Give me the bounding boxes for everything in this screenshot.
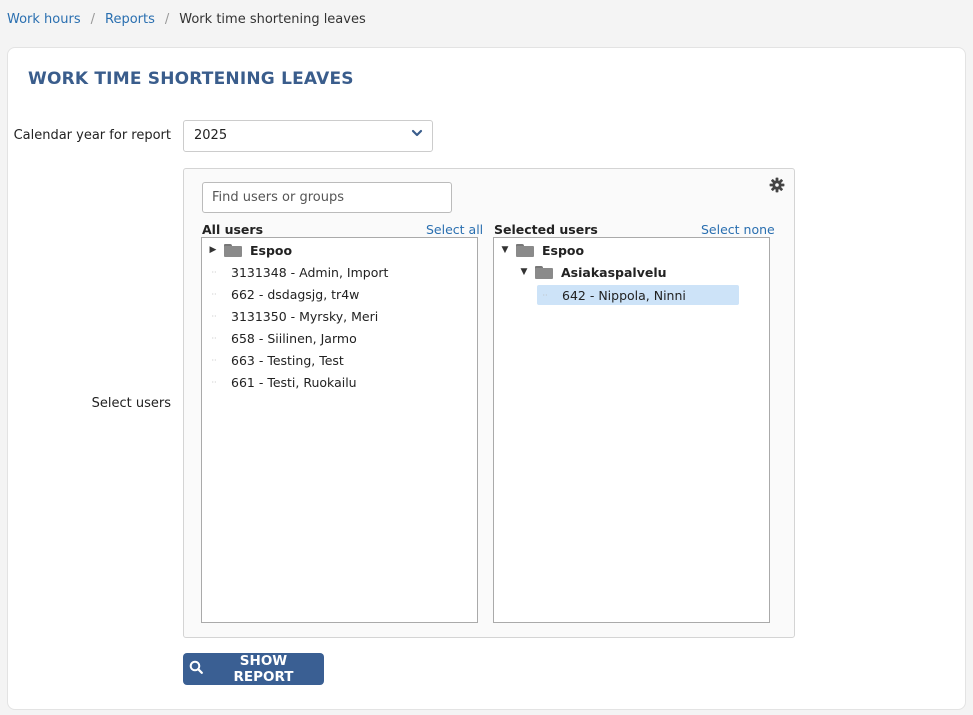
breadcrumb-separator: / xyxy=(164,12,170,27)
tree-group-asiakaspalvelu[interactable]: ▼ Asiakaspalvelu xyxy=(519,262,667,282)
tree-group-espoo[interactable]: ▶ Espoo xyxy=(208,240,293,260)
all-users-header: All users xyxy=(202,222,264,237)
year-select[interactable]: 2025 xyxy=(183,120,433,152)
user-label: 663 - Testing, Test xyxy=(231,352,344,368)
caret-right-icon[interactable]: ▶ xyxy=(208,245,218,255)
list-item[interactable]: ·· 642 - Nippola, Ninni xyxy=(537,285,739,305)
folder-icon xyxy=(224,243,242,257)
year-label: Calendar year for report xyxy=(13,128,171,143)
user-label: 658 - Siilinen, Jarmo xyxy=(231,330,357,346)
year-value: 2025 xyxy=(194,128,228,143)
group-label: Espoo xyxy=(542,242,585,258)
page-title: WORK TIME SHORTENING LEAVES xyxy=(28,69,354,89)
folder-icon xyxy=(535,265,553,279)
user-label: 3131350 - Myrsky, Meri xyxy=(231,308,379,324)
breadcrumb-separator: / xyxy=(90,12,95,27)
list-item[interactable]: ·· 663 - Testing, Test xyxy=(210,350,344,370)
user-label: 661 - Testi, Ruokailu xyxy=(231,374,357,390)
caret-down-icon[interactable]: ▼ xyxy=(519,267,529,277)
user-label: 642 - Nippola, Ninni xyxy=(562,287,686,303)
tree-group-espoo[interactable]: ▼ Espoo xyxy=(500,240,585,260)
list-item[interactable]: ·· 3131348 - Admin, Import xyxy=(210,262,388,282)
breadcrumb: Work hours / Reports / Work time shorten… xyxy=(7,12,366,27)
list-item[interactable]: ·· 661 - Testi, Ruokailu xyxy=(210,372,357,392)
breadcrumb-work-hours[interactable]: Work hours xyxy=(7,12,81,27)
show-report-label: SHOW REPORT xyxy=(233,653,294,685)
breadcrumb-reports[interactable]: Reports xyxy=(105,12,155,27)
gear-icon[interactable] xyxy=(769,177,785,193)
user-label: 3131348 - Admin, Import xyxy=(231,264,389,280)
list-item[interactable]: ·· 3131350 - Myrsky, Meri xyxy=(210,306,378,326)
caret-down-icon[interactable]: ▼ xyxy=(500,245,510,255)
user-picker: All users Select all ▶ Espoo ··3131348 -… xyxy=(183,168,795,638)
select-none-link[interactable]: Select none xyxy=(701,222,775,237)
all-users-list[interactable]: ▶ Espoo ·· 3131348 - Admin, Import ·· 662 … xyxy=(201,237,478,623)
search-icon xyxy=(189,660,203,678)
list-item[interactable]: ·· 662 - dsdagsjg, tr4w xyxy=(210,284,359,304)
show-report-button[interactable]: SHOW REPORT xyxy=(183,653,324,685)
report-card: WORK TIME SHORTENING LEAVES Calendar yea… xyxy=(7,47,966,710)
breadcrumb-current: Work time shortening leaves xyxy=(179,12,366,27)
folder-icon xyxy=(516,243,534,257)
search-input[interactable] xyxy=(202,182,452,213)
select-all-link[interactable]: Select all xyxy=(426,222,483,237)
user-label: 662 - dsdagsjg, tr4w xyxy=(231,286,360,302)
group-label: Espoo xyxy=(250,242,293,258)
group-label: Asiakaspalvelu xyxy=(561,264,667,280)
chevron-down-icon xyxy=(411,127,423,142)
list-item[interactable]: ·· 658 - Siilinen, Jarmo xyxy=(210,328,357,348)
selected-users-header: Selected users xyxy=(494,222,598,237)
users-label: Select users xyxy=(91,396,171,411)
selected-users-list[interactable]: ▼ Espoo ▼ Asiakaspalvelu ·· 642 - Nippola… xyxy=(493,237,770,623)
